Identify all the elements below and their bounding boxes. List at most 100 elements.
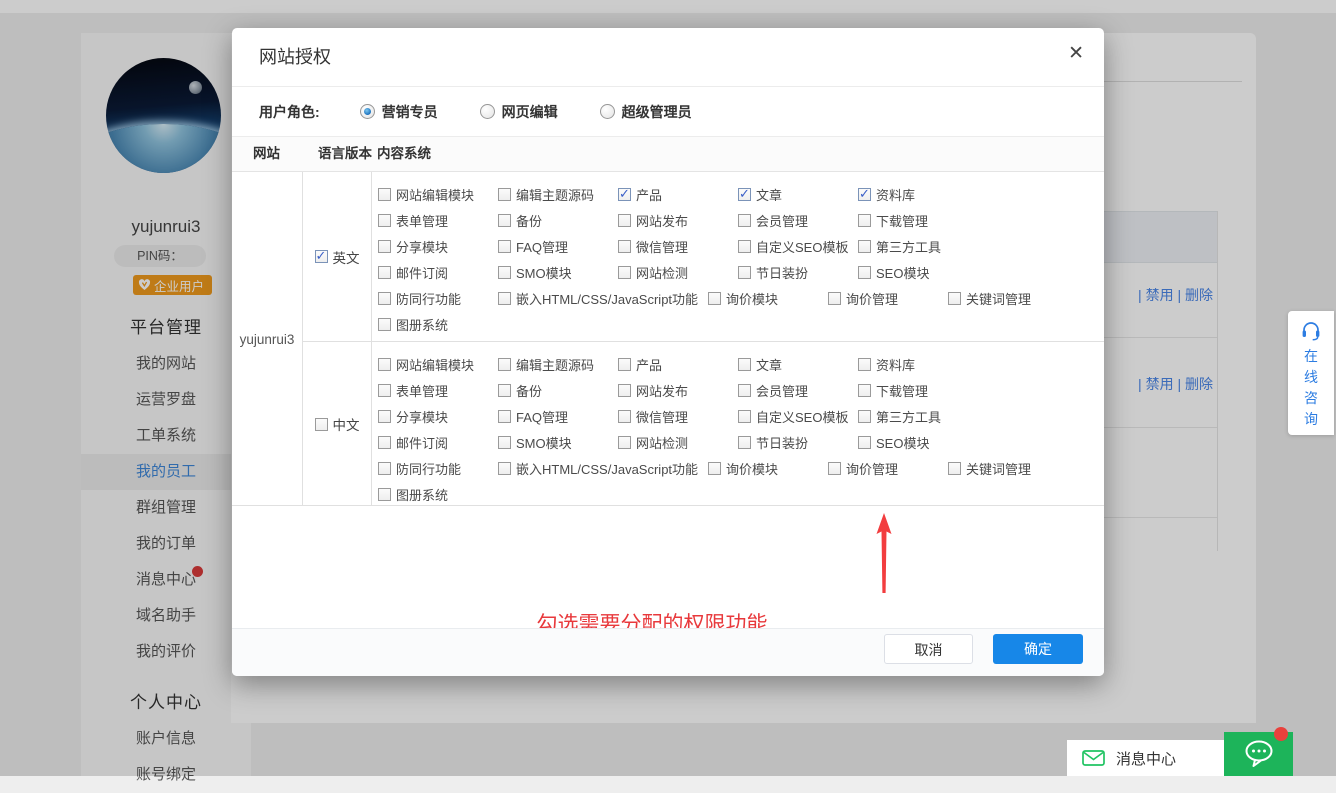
confirm-button[interactable]: 确定 xyxy=(993,634,1083,664)
module-option[interactable]: 邮件订阅 xyxy=(378,263,498,282)
module-option[interactable]: 备份 xyxy=(498,381,618,400)
module-option[interactable]: 备份 xyxy=(498,211,618,230)
module-option[interactable]: 防同行功能 xyxy=(378,459,498,478)
module-option[interactable]: 第三方工具 xyxy=(858,407,978,426)
module-checkbox[interactable] xyxy=(738,410,751,423)
module-checkbox[interactable] xyxy=(738,188,751,201)
module-option[interactable]: 询价管理 xyxy=(828,459,948,478)
module-option[interactable]: 嵌入HTML/CSS/JavaScript功能 xyxy=(498,289,708,308)
module-checkbox[interactable] xyxy=(618,358,631,371)
module-option[interactable]: 资料库 xyxy=(858,355,978,374)
module-checkbox[interactable] xyxy=(498,358,511,371)
module-option[interactable]: 资料库 xyxy=(858,185,978,204)
module-option[interactable]: FAQ管理 xyxy=(498,407,618,426)
module-checkbox[interactable] xyxy=(858,436,871,449)
module-option[interactable]: 网站发布 xyxy=(618,381,738,400)
module-option[interactable]: 下载管理 xyxy=(858,211,978,230)
module-checkbox[interactable] xyxy=(378,292,391,305)
module-option[interactable]: 微信管理 xyxy=(618,407,738,426)
module-checkbox[interactable] xyxy=(618,436,631,449)
language-checkbox[interactable] xyxy=(315,250,328,263)
module-option[interactable]: 网站检测 xyxy=(618,433,738,452)
module-checkbox[interactable] xyxy=(708,462,721,475)
language-checkbox[interactable] xyxy=(315,418,328,431)
module-option[interactable]: 第三方工具 xyxy=(858,237,978,256)
role-option-1[interactable]: 网页编辑 xyxy=(480,102,558,122)
module-option[interactable]: 表单管理 xyxy=(378,211,498,230)
module-option[interactable]: 询价模块 xyxy=(708,459,828,478)
module-option[interactable]: 编辑主题源码 xyxy=(498,355,618,374)
module-checkbox[interactable] xyxy=(378,266,391,279)
module-checkbox[interactable] xyxy=(618,188,631,201)
module-checkbox[interactable] xyxy=(498,384,511,397)
module-option[interactable]: 图册系统 xyxy=(378,485,498,504)
module-checkbox[interactable] xyxy=(498,266,511,279)
module-option[interactable]: 产品 xyxy=(618,355,738,374)
cancel-button[interactable]: 取消 xyxy=(884,634,973,664)
module-option[interactable]: SEO模块 xyxy=(858,263,978,282)
module-checkbox[interactable] xyxy=(828,292,841,305)
module-option[interactable]: 自定义SEO模板 xyxy=(738,407,858,426)
module-checkbox[interactable] xyxy=(858,384,871,397)
module-checkbox[interactable] xyxy=(378,410,391,423)
module-option[interactable]: 嵌入HTML/CSS/JavaScript功能 xyxy=(498,459,708,478)
module-option[interactable]: 网站编辑模块 xyxy=(378,355,498,374)
module-checkbox[interactable] xyxy=(708,292,721,305)
module-option[interactable]: 节日装扮 xyxy=(738,263,858,282)
role-option-0[interactable]: 营销专员 xyxy=(360,102,438,122)
module-option[interactable]: 询价管理 xyxy=(828,289,948,308)
module-checkbox[interactable] xyxy=(378,240,391,253)
role-option-2[interactable]: 超级管理员 xyxy=(600,102,692,122)
module-option[interactable]: 网站检测 xyxy=(618,263,738,282)
module-option[interactable]: 网站编辑模块 xyxy=(378,185,498,204)
module-checkbox[interactable] xyxy=(828,462,841,475)
module-checkbox[interactable] xyxy=(498,462,511,475)
module-option[interactable]: FAQ管理 xyxy=(498,237,618,256)
module-option[interactable]: 微信管理 xyxy=(618,237,738,256)
module-option[interactable]: 文章 xyxy=(738,355,858,374)
module-option[interactable]: SMO模块 xyxy=(498,433,618,452)
module-checkbox[interactable] xyxy=(738,384,751,397)
module-checkbox[interactable] xyxy=(738,436,751,449)
module-option[interactable]: 文章 xyxy=(738,185,858,204)
module-option[interactable]: 自定义SEO模板 xyxy=(738,237,858,256)
module-checkbox[interactable] xyxy=(948,292,961,305)
module-option[interactable]: 邮件订阅 xyxy=(378,433,498,452)
module-checkbox[interactable] xyxy=(618,266,631,279)
module-checkbox[interactable] xyxy=(378,358,391,371)
module-option[interactable]: 分享模块 xyxy=(378,237,498,256)
module-checkbox[interactable] xyxy=(858,410,871,423)
module-option[interactable]: 询价模块 xyxy=(708,289,828,308)
module-checkbox[interactable] xyxy=(618,384,631,397)
module-checkbox[interactable] xyxy=(378,462,391,475)
module-checkbox[interactable] xyxy=(858,358,871,371)
module-option[interactable]: 会员管理 xyxy=(738,211,858,230)
module-checkbox[interactable] xyxy=(738,214,751,227)
module-option[interactable]: 分享模块 xyxy=(378,407,498,426)
online-consult-button[interactable]: 在线咨询 xyxy=(1288,311,1334,435)
module-checkbox[interactable] xyxy=(378,188,391,201)
module-checkbox[interactable] xyxy=(858,240,871,253)
radio-icon[interactable] xyxy=(360,104,375,119)
module-option[interactable]: 网站发布 xyxy=(618,211,738,230)
module-option[interactable]: SMO模块 xyxy=(498,263,618,282)
module-checkbox[interactable] xyxy=(948,462,961,475)
module-option[interactable]: 关键词管理 xyxy=(948,459,1068,478)
module-checkbox[interactable] xyxy=(498,240,511,253)
module-checkbox[interactable] xyxy=(618,240,631,253)
module-checkbox[interactable] xyxy=(738,240,751,253)
module-option[interactable]: 会员管理 xyxy=(738,381,858,400)
module-checkbox[interactable] xyxy=(378,214,391,227)
module-checkbox[interactable] xyxy=(498,214,511,227)
module-checkbox[interactable] xyxy=(378,318,391,331)
module-checkbox[interactable] xyxy=(618,410,631,423)
module-checkbox[interactable] xyxy=(498,292,511,305)
module-checkbox[interactable] xyxy=(498,436,511,449)
module-option[interactable]: SEO模块 xyxy=(858,433,978,452)
module-option[interactable]: 产品 xyxy=(618,185,738,204)
module-checkbox[interactable] xyxy=(498,410,511,423)
module-option[interactable]: 关键词管理 xyxy=(948,289,1068,308)
module-checkbox[interactable] xyxy=(858,214,871,227)
module-checkbox[interactable] xyxy=(618,214,631,227)
module-checkbox[interactable] xyxy=(738,266,751,279)
